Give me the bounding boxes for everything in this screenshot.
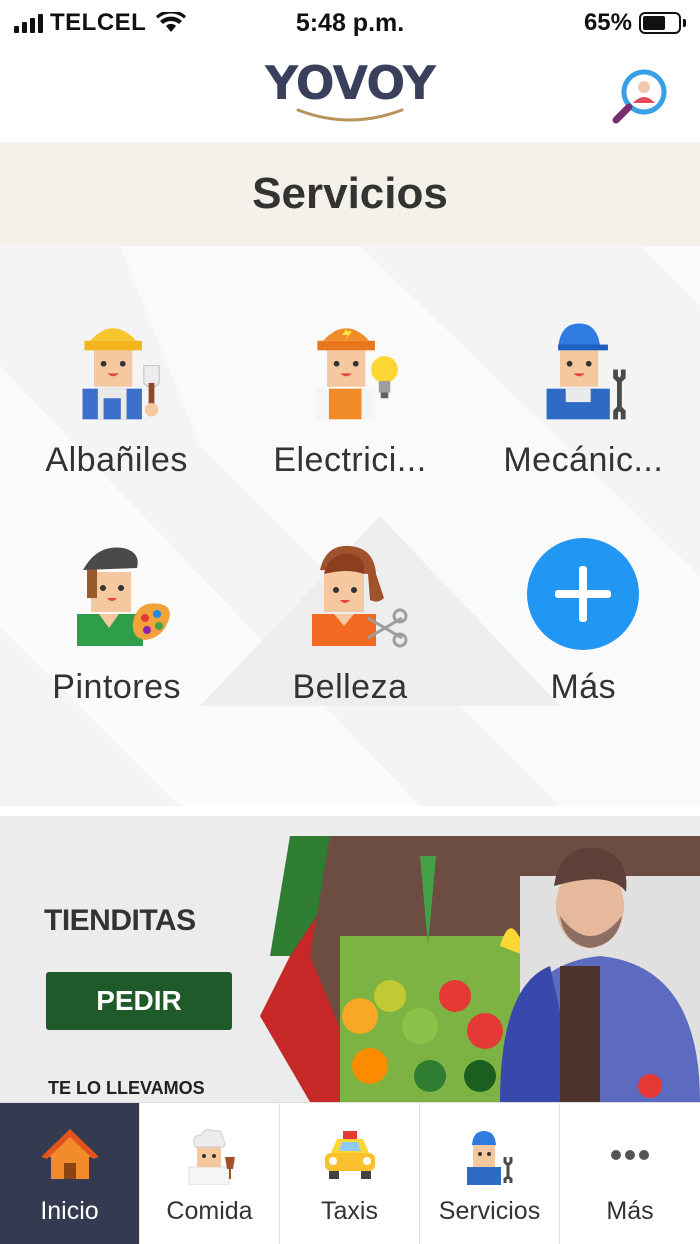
battery-percent: 65% (583, 9, 632, 36)
nav-food[interactable]: Comida (140, 1103, 280, 1244)
service-label: Pintores (52, 668, 182, 706)
nav-home[interactable]: Inicio (0, 1103, 140, 1244)
nav-label: Inicio (40, 1197, 99, 1225)
section-header: Servicios (0, 142, 700, 246)
services-grid: Albañiles Electrici... Mecánic... Pintor… (0, 246, 700, 806)
app-header: YOVOY (0, 46, 700, 142)
services-panel: Albañiles Electrici... Mecánic... Pintor… (0, 246, 700, 806)
service-label: Mecánic... (503, 441, 664, 479)
page-title: Servicios (252, 169, 448, 218)
user-search-icon[interactable] (610, 66, 670, 126)
nav-more[interactable]: Más (560, 1103, 700, 1244)
service-more[interactable]: Más (467, 480, 700, 714)
more-dots-icon (611, 1150, 649, 1160)
grocery-banner-image (260, 836, 700, 1102)
service-label: Belleza (292, 668, 408, 706)
mechanic-icon (546, 323, 626, 420)
chef-icon (188, 1129, 235, 1185)
nav-label: Más (606, 1197, 654, 1225)
mechanic-icon (466, 1131, 512, 1185)
service-label: Electrici... (273, 441, 427, 479)
banner-title: TIENDITAS (44, 904, 196, 937)
promo-banner[interactable]: TIENDITAS PEDIR TE LO LLEVAMOS (0, 816, 700, 1102)
service-electricians[interactable]: Electrici... (233, 246, 466, 480)
stylist-icon (311, 545, 408, 648)
banner-subtitle: TE LO LLEVAMOS (48, 1078, 205, 1098)
nav-services[interactable]: Servicios (420, 1103, 560, 1244)
logo: YOVOY (0, 56, 700, 126)
nav-taxis[interactable]: Taxis (280, 1103, 420, 1244)
order-button[interactable]: PEDIR (46, 972, 232, 1030)
electrician-icon (315, 325, 398, 420)
service-mechanics[interactable]: Mecánic... (467, 246, 700, 480)
painter-icon (76, 547, 170, 646)
home-icon (40, 1129, 99, 1179)
bottom-nav: Inicio Comida Taxis Servicios Más (0, 1102, 700, 1244)
service-beauty[interactable]: Belleza (233, 480, 466, 714)
service-painters[interactable]: Pintores (0, 480, 233, 714)
nav-label: Servicios (438, 1197, 541, 1225)
bricklayer-icon (82, 328, 160, 420)
nav-label: Taxis (321, 1197, 378, 1225)
logo-text: YOVOY (264, 56, 436, 110)
nav-label: Comida (166, 1197, 253, 1225)
service-label: Más (550, 668, 617, 706)
status-bar: TELCEL 5:48 p.m. 65% (0, 0, 700, 46)
plus-icon (527, 538, 640, 650)
taxi-icon (324, 1131, 375, 1179)
battery-icon (639, 12, 681, 34)
service-label: Albañiles (45, 441, 188, 479)
service-bricklayers[interactable]: Albañiles (0, 246, 233, 480)
